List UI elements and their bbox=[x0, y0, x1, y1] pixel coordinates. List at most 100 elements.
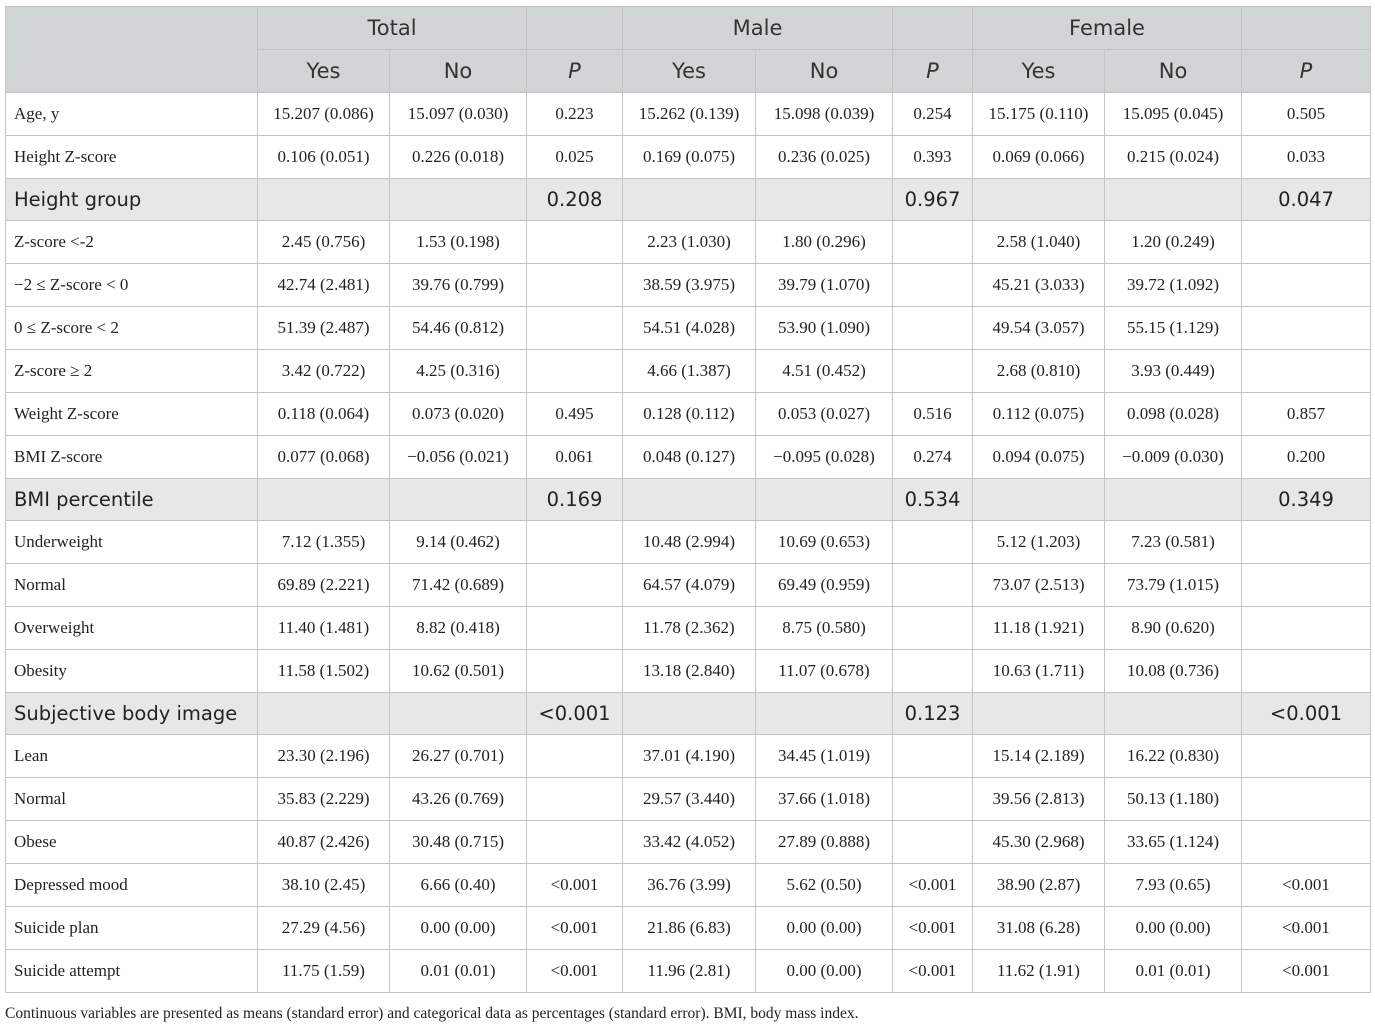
table-body: Age, y 15.207 (0.086) 15.097 (0.030) 0.223 1… bbox=[5, 92, 1372, 993]
table-cell bbox=[526, 263, 624, 307]
table-cell bbox=[1241, 563, 1372, 607]
table-cell: 5.12 (1.203) bbox=[972, 520, 1106, 564]
table-cell: <0.001 bbox=[1241, 906, 1372, 950]
table-cell: 64.57 (4.079) bbox=[622, 563, 757, 607]
row-label: Z-score ≥ 2 bbox=[5, 349, 258, 393]
table-cell: 69.49 (0.959) bbox=[755, 563, 894, 607]
table-cell: 34.45 (1.019) bbox=[755, 734, 894, 778]
table-cell bbox=[972, 178, 1106, 221]
table-cell bbox=[972, 478, 1106, 521]
table-cell: 0.516 bbox=[892, 392, 974, 436]
header-row-groups: Total Male Female bbox=[5, 6, 1372, 93]
table-cell: −0.095 (0.028) bbox=[755, 435, 894, 479]
row-label: Obese bbox=[5, 820, 258, 864]
table-cell: 0.00 (0.00) bbox=[755, 949, 894, 993]
table-cell bbox=[1241, 263, 1372, 307]
header-group-male: Male bbox=[622, 6, 894, 50]
table-cell: 9.14 (0.462) bbox=[388, 520, 528, 564]
table-cell: 3.93 (0.449) bbox=[1104, 349, 1243, 393]
table-cell: 3.42 (0.722) bbox=[257, 349, 390, 393]
header-group-total: Total bbox=[256, 6, 528, 50]
table-cell: 6.66 (0.40) bbox=[388, 863, 528, 907]
table-cell: 0.169 (0.075) bbox=[622, 135, 757, 179]
table-cell bbox=[1241, 606, 1372, 650]
header-no-female: No bbox=[1104, 49, 1243, 93]
table-cell: <0.001 bbox=[892, 906, 974, 950]
table-cell: 49.54 (3.057) bbox=[972, 306, 1106, 350]
table-cell: 39.76 (0.799) bbox=[388, 263, 528, 307]
table-cell: 10.62 (0.501) bbox=[388, 649, 528, 693]
table-cell: 39.56 (2.813) bbox=[972, 777, 1106, 821]
table-cell: 0.857 bbox=[1241, 392, 1372, 436]
table-cell: 0.061 bbox=[526, 435, 624, 479]
data-table: Total Male Female Yes No P Yes No P Yes … bbox=[5, 6, 1372, 993]
table-cell: 5.62 (0.50) bbox=[755, 863, 894, 907]
row-label: Age, y bbox=[5, 92, 258, 136]
table-cell: 4.25 (0.316) bbox=[388, 349, 528, 393]
table-cell: 10.69 (0.653) bbox=[755, 520, 894, 564]
table-cell: 38.90 (2.87) bbox=[972, 863, 1106, 907]
table-cell bbox=[892, 606, 974, 650]
table-cell: 0.00 (0.00) bbox=[755, 906, 894, 950]
table-cell: 40.87 (2.426) bbox=[257, 820, 390, 864]
table-row: Overweight 11.40 (1.481) 8.82 (0.418) 11.78… bbox=[5, 606, 1372, 650]
table-cell bbox=[622, 692, 757, 735]
table-cell: 27.29 (4.56) bbox=[257, 906, 390, 950]
table-cell: 15.098 (0.039) bbox=[755, 92, 894, 136]
table-cell bbox=[257, 478, 390, 521]
table-cell bbox=[526, 563, 624, 607]
table-cell: 10.48 (2.994) bbox=[622, 520, 757, 564]
table-cell: <0.001 bbox=[1241, 692, 1372, 735]
table-cell bbox=[892, 349, 974, 393]
table-cell bbox=[526, 734, 624, 778]
table-cell: 11.07 (0.678) bbox=[755, 649, 894, 693]
table-cell: 45.21 (3.033) bbox=[972, 263, 1106, 307]
table-cell: 0.505 bbox=[1241, 92, 1372, 136]
table-cell: 0.048 (0.127) bbox=[622, 435, 757, 479]
table-cell: 0.098 (0.028) bbox=[1104, 392, 1243, 436]
table-cell bbox=[526, 606, 624, 650]
table-cell: 0.534 bbox=[892, 478, 974, 521]
table-cell: 69.89 (2.221) bbox=[257, 563, 390, 607]
table-cell bbox=[892, 820, 974, 864]
row-label: Obesity bbox=[5, 649, 258, 693]
table-cell bbox=[526, 777, 624, 821]
table-cell: 51.39 (2.487) bbox=[257, 306, 390, 350]
header-yes-male: Yes bbox=[622, 49, 757, 93]
table-cell: 11.75 (1.59) bbox=[257, 949, 390, 993]
table-cell bbox=[892, 306, 974, 350]
table-cell bbox=[1241, 820, 1372, 864]
table-cell bbox=[892, 220, 974, 264]
table-cell: 71.42 (0.689) bbox=[388, 563, 528, 607]
table-row: Lean 23.30 (2.196) 26.27 (0.701) 37.01 (4.1… bbox=[5, 734, 1372, 778]
table-cell: 0.393 bbox=[892, 135, 974, 179]
table-cell bbox=[1241, 306, 1372, 350]
table-cell: <0.001 bbox=[526, 863, 624, 907]
table-cell: 0.254 bbox=[892, 92, 974, 136]
table-cell: 33.65 (1.124) bbox=[1104, 820, 1243, 864]
row-label: BMI percentile bbox=[5, 478, 258, 521]
table-cell bbox=[257, 692, 390, 735]
group-row: Height group 0.208 0.967 0.047 bbox=[5, 178, 1372, 221]
header-no-total: No bbox=[388, 49, 528, 93]
table-cell: 73.79 (1.015) bbox=[1104, 563, 1243, 607]
row-label: Underweight bbox=[5, 520, 258, 564]
row-label: Normal bbox=[5, 777, 258, 821]
header-p-spacer-male bbox=[892, 6, 974, 50]
table-row: Normal 69.89 (2.221) 71.42 (0.689) 64.57 (4… bbox=[5, 563, 1372, 607]
table-cell: 15.175 (0.110) bbox=[972, 92, 1106, 136]
table-cell: 23.30 (2.196) bbox=[257, 734, 390, 778]
table-cell: 39.72 (1.092) bbox=[1104, 263, 1243, 307]
table-cell: 73.07 (2.513) bbox=[972, 563, 1106, 607]
table-cell: 11.58 (1.502) bbox=[257, 649, 390, 693]
table-cell: <0.001 bbox=[892, 949, 974, 993]
table-cell: <0.001 bbox=[892, 863, 974, 907]
table-cell: 15.095 (0.045) bbox=[1104, 92, 1243, 136]
table-cell: 0.053 (0.027) bbox=[755, 392, 894, 436]
table-cell: 38.10 (2.45) bbox=[257, 863, 390, 907]
row-label: Depressed mood bbox=[5, 863, 258, 907]
table-cell: 11.62 (1.91) bbox=[972, 949, 1106, 993]
table-footnote: Continuous variables are presented as me… bbox=[5, 1005, 859, 1022]
table-cell bbox=[526, 649, 624, 693]
table-cell bbox=[257, 178, 390, 221]
